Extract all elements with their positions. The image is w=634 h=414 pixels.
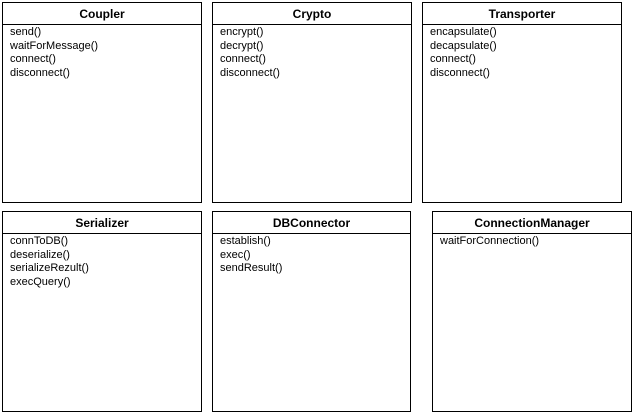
class-box-connection-manager[interactable]: ConnectionManager waitForConnection() (432, 211, 632, 412)
method-item: establish() (220, 235, 271, 247)
method-item: deserialize() (10, 248, 70, 261)
method-item: decapsulate() (430, 39, 497, 52)
class-box-dbconnector[interactable]: DBConnector establish() exec() sendResul… (212, 211, 411, 412)
method-item: disconnect() (10, 66, 70, 79)
method-item: sendResult() (220, 262, 283, 274)
class-box-transporter[interactable]: Transporter encapsulate() decapsulate() … (422, 2, 622, 203)
method-item: encrypt() (220, 26, 264, 38)
method-item: connect() (430, 53, 476, 65)
class-name: Coupler (3, 3, 201, 25)
method-item: disconnect() (220, 66, 280, 79)
class-box-serializer[interactable]: Serializer connToDB() deserialize() seri… (2, 211, 202, 412)
method-item: encapsulate() (430, 26, 497, 38)
method-list: encapsulate() decapsulate() connect() di… (423, 25, 621, 80)
method-item: send() (10, 26, 42, 38)
method-item: waitForMessage() (10, 39, 99, 52)
method-item: connToDB() (10, 235, 69, 247)
method-item: connect() (220, 53, 266, 65)
method-list: establish() exec() sendResult() (213, 234, 410, 276)
method-list: send() waitForMessage() connect() discon… (3, 25, 201, 80)
class-name: Crypto (213, 3, 411, 25)
class-name: Serializer (3, 212, 201, 234)
method-list: connToDB() deserialize() serializeRezult… (3, 234, 201, 289)
method-list: waitForConnection() (433, 234, 631, 249)
method-item: disconnect() (430, 66, 490, 79)
method-item: connect() (10, 53, 56, 65)
method-item: exec() (220, 248, 251, 261)
method-item: execQuery() (10, 275, 71, 288)
class-box-coupler[interactable]: Coupler send() waitForMessage() connect(… (2, 2, 202, 203)
method-item: decrypt() (220, 39, 264, 52)
method-item: serializeRezult() (10, 262, 89, 274)
method-item: waitForConnection() (440, 235, 540, 247)
class-name: Transporter (423, 3, 621, 25)
class-name: ConnectionManager (433, 212, 631, 234)
class-name: DBConnector (213, 212, 410, 234)
method-list: encrypt() decrypt() connect() disconnect… (213, 25, 411, 80)
class-box-crypto[interactable]: Crypto encrypt() decrypt() connect() dis… (212, 2, 412, 203)
